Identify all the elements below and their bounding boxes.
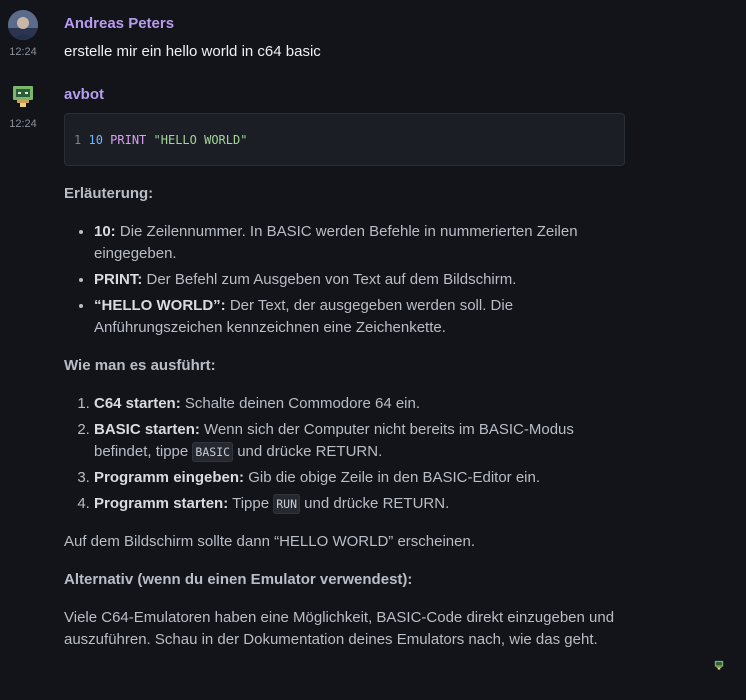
- list-item-text: Die Zeilennummer. In BASIC werden Befehl…: [94, 223, 578, 262]
- list-item-term: C64 starten:: [94, 395, 181, 412]
- user-sender-name[interactable]: Andreas Peters: [64, 15, 174, 32]
- inline-code: BASIC: [192, 442, 234, 462]
- inline-code: RUN: [273, 494, 301, 514]
- user-message-time: 12:24: [9, 46, 37, 58]
- list-item-term: “HELLO WORLD”:: [94, 297, 226, 314]
- list-item: C64 starten: Schalte deinen Commodore 64…: [94, 393, 624, 415]
- list-item: Programm starten: Tippe RUN und drücke R…: [94, 493, 624, 515]
- chat-timeline: 12:24 Andreas Peters erstelle mir ein he…: [0, 0, 746, 700]
- bot-message-time: 12:24: [9, 118, 37, 130]
- code-line-number: 1: [74, 133, 82, 147]
- list-item-text: und drücke RETURN.: [233, 443, 383, 460]
- bot-avatar[interactable]: [12, 84, 34, 108]
- list-item-text: Tippe: [228, 495, 274, 512]
- bot-sender-name[interactable]: avbot: [64, 86, 104, 103]
- explanation-list: 10: Die Zeilennummer. In BASIC werden Be…: [64, 221, 624, 339]
- list-item-term: PRINT:: [94, 271, 143, 288]
- list-item-term: 10:: [94, 223, 116, 240]
- list-item: PRINT: Der Befehl zum Ausgeben von Text …: [94, 269, 624, 291]
- list-item-text: Schalte deinen Commodore 64 ein.: [180, 395, 421, 412]
- code-block[interactable]: 1 10 PRINT "HELLO WORLD": [64, 113, 625, 166]
- code-string: "HELLO WORLD": [153, 133, 248, 147]
- list-item-text: und drücke RETURN.: [300, 495, 450, 512]
- bot-message-body: Erläuterung: 10: Die Zeilennummer. In BA…: [64, 183, 624, 667]
- alternative-heading: Alternativ (wenn du einen Emulator verwe…: [64, 571, 413, 588]
- list-item-term: Programm starten:: [94, 495, 229, 512]
- code-keyword: PRINT: [110, 133, 147, 147]
- run-heading: Wie man es ausführt:: [64, 357, 216, 374]
- user-message-text: erstelle mir ein hello world in c64 basi…: [64, 43, 321, 60]
- list-item-term: Programm eingeben:: [94, 469, 245, 486]
- steps-list: C64 starten: Schalte deinen Commodore 64…: [64, 393, 624, 515]
- explanation-heading: Erläuterung:: [64, 185, 154, 202]
- user-avatar-image: [8, 10, 38, 40]
- list-item: “HELLO WORLD”: Der Text, der ausgegeben …: [94, 295, 624, 339]
- code-line: 1 10 PRINT "HELLO WORLD": [74, 133, 247, 147]
- list-item-text: Der Befehl zum Ausgeben von Text auf dem…: [142, 271, 517, 288]
- list-item: BASIC starten: Wenn sich der Computer ni…: [94, 419, 624, 463]
- result-text: Auf dem Bildschirm sollte dann “HELLO WO…: [64, 533, 475, 550]
- alternative-text: Viele C64-Emulatoren haben eine Möglichk…: [64, 609, 615, 648]
- user-avatar[interactable]: [8, 10, 38, 40]
- read-receipt-bot-icon: [714, 657, 724, 670]
- list-item-term: BASIC starten:: [94, 421, 200, 438]
- list-item-text: Gib die obige Zeile in den BASIC-Editor …: [244, 469, 541, 486]
- code-basic-line-number: 10: [88, 133, 103, 147]
- list-item: Programm eingeben: Gib die obige Zeile i…: [94, 467, 624, 489]
- bot-avatar-icon: [13, 86, 33, 107]
- list-item: 10: Die Zeilennummer. In BASIC werden Be…: [94, 221, 624, 265]
